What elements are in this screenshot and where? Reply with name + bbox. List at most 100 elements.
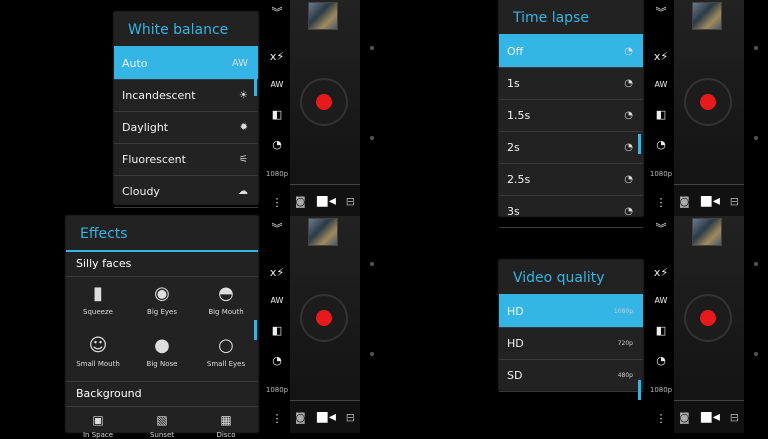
quality-sd-480[interactable]: SD 480p <box>499 360 643 392</box>
camera-controls: ︾ x⚡ AW ◧ ◔ 1080p ⋮ <box>638 216 676 432</box>
background-sunset[interactable]: ▧ Sunset <box>130 407 194 439</box>
effects-icon[interactable]: ◧ <box>646 108 676 121</box>
white-balance-icon[interactable]: AW <box>262 296 292 305</box>
flash-off-icon[interactable]: x⚡ <box>262 266 292 279</box>
more-options-icon[interactable]: ⋮ <box>262 412 292 425</box>
chevron-down-icon[interactable]: ︾ <box>646 220 676 236</box>
flash-off-icon[interactable]: x⚡ <box>262 50 292 63</box>
more-options-icon[interactable]: ⋮ <box>646 196 676 209</box>
interval-off[interactable]: Off ◔ <box>499 36 643 68</box>
wb-option-auto[interactable]: Auto AW <box>114 48 258 80</box>
effects-icon[interactable]: ◧ <box>262 108 292 121</box>
effect-big-eyes[interactable]: ◉ Big Eyes <box>130 277 194 329</box>
video-mode-icon[interactable]: ■◂ <box>700 409 720 425</box>
selection-indicator <box>638 134 641 154</box>
record-button[interactable] <box>302 80 346 124</box>
resolution-label[interactable]: 1080p <box>646 170 676 178</box>
panorama-mode-icon[interactable]: ⊟ <box>730 195 739 208</box>
interval-2s[interactable]: 2s ◔ <box>499 132 643 164</box>
effects-menu: Effects Silly faces ▮ Squeeze ◉ Big Eyes ◓… <box>66 216 258 439</box>
resolution-label[interactable]: 1080p <box>262 170 292 178</box>
effect-big-mouth[interactable]: ◓ Big Mouth <box>194 277 258 329</box>
wb-option-fluorescent[interactable]: Fluorescent ⚟ <box>114 144 258 176</box>
camera-mode-icon[interactable]: ◙ <box>679 195 690 208</box>
quality-hd-720[interactable]: HD 720p <box>499 328 643 360</box>
time-lapse-icon[interactable]: ◔ <box>262 138 292 151</box>
record-button[interactable] <box>302 296 346 340</box>
timer-icon: ◔ <box>624 206 633 217</box>
camera-controls: ︾ x⚡ AW ◧ ◔ 1080p ⋮ <box>638 0 676 216</box>
interval-3s[interactable]: 3s ◔ <box>499 196 643 228</box>
flash-off-icon[interactable]: x⚡ <box>646 50 676 63</box>
big-nose-face-icon: ● <box>154 335 170 356</box>
white-balance-icon[interactable]: AW <box>646 296 676 305</box>
wb-option-daylight[interactable]: Daylight ✹ <box>114 112 258 144</box>
panorama-mode-icon[interactable]: ⊟ <box>730 411 739 424</box>
panorama-mode-icon[interactable]: ⊟ <box>346 411 355 424</box>
gallery-thumbnail[interactable] <box>692 2 722 30</box>
mode-switcher: ◙ ■◂ ⊟ <box>674 400 744 433</box>
effect-small-mouth[interactable]: ☺ Small Mouth <box>66 329 130 381</box>
wb-option-incandescent[interactable]: Incandescent ☀ <box>114 80 258 112</box>
time-lapse-icon[interactable]: ◔ <box>646 138 676 151</box>
more-options-icon[interactable]: ⋮ <box>646 412 676 425</box>
selection-indicator <box>254 76 257 96</box>
camera-mode-icon[interactable]: ◙ <box>295 411 306 424</box>
cloud-icon: ☁ <box>238 186 248 197</box>
wb-option-cloudy[interactable]: Cloudy ☁ <box>114 176 258 208</box>
more-options-icon[interactable]: ⋮ <box>262 196 292 209</box>
resolution-label[interactable]: 1080p <box>646 386 676 394</box>
white-balance-title: White balance <box>114 12 258 48</box>
white-balance-icon[interactable]: AW <box>646 80 676 89</box>
flash-off-icon[interactable]: x⚡ <box>646 266 676 279</box>
record-button[interactable] <box>686 296 730 340</box>
dot <box>370 262 374 266</box>
record-button[interactable] <box>686 80 730 124</box>
disco-image-icon: ▦ <box>220 413 232 427</box>
interval-1s[interactable]: 1s ◔ <box>499 68 643 100</box>
interval-2-5s[interactable]: 2.5s ◔ <box>499 164 643 196</box>
white-balance-icon[interactable]: AW <box>262 80 292 89</box>
background-in-space[interactable]: ▣ In Space <box>66 407 130 439</box>
chevron-down-icon[interactable]: ︾ <box>646 4 676 20</box>
timer-icon: ◔ <box>624 174 633 185</box>
effect-squeeze[interactable]: ▮ Squeeze <box>66 277 130 329</box>
gallery-thumbnail[interactable] <box>692 218 722 246</box>
space-image-icon: ▣ <box>92 413 104 427</box>
video-quality-title: Video quality <box>499 260 643 296</box>
gallery-thumbnail[interactable] <box>308 218 338 246</box>
gallery-thumbnail[interactable] <box>308 2 338 30</box>
timer-icon: ◔ <box>624 142 633 153</box>
dot <box>754 262 758 266</box>
dot <box>754 352 758 356</box>
effect-big-nose[interactable]: ● Big Nose <box>130 329 194 381</box>
background-heading: Background <box>66 381 258 407</box>
effects-icon[interactable]: ◧ <box>646 324 676 337</box>
quality-hd-1080[interactable]: HD 1080p <box>499 296 643 328</box>
white-balance-menu: White balance Auto AW Incandescent ☀ Dayli… <box>114 12 258 208</box>
dot <box>754 136 758 140</box>
effects-icon[interactable]: ◧ <box>262 324 292 337</box>
background-disco[interactable]: ▦ Disco <box>194 407 258 439</box>
chevron-down-icon[interactable]: ︾ <box>262 220 292 236</box>
effect-small-eyes[interactable]: ○ Small Eyes <box>194 329 258 381</box>
video-mode-icon[interactable]: ■◂ <box>316 409 336 425</box>
mode-switcher: ◙ ■◂ ⊟ <box>290 184 360 217</box>
squeeze-face-icon: ▮ <box>93 283 103 304</box>
interval-1-5s[interactable]: 1.5s ◔ <box>499 100 643 132</box>
timer-icon: ◔ <box>624 110 633 121</box>
camera-mode-icon[interactable]: ◙ <box>295 195 306 208</box>
sunset-image-icon: ▧ <box>156 413 168 427</box>
video-mode-icon[interactable]: ■◂ <box>700 193 720 209</box>
chevron-down-icon[interactable]: ︾ <box>262 4 292 20</box>
resolution-label[interactable]: 1080p <box>262 386 292 394</box>
mode-switcher: ◙ ■◂ ⊟ <box>674 184 744 217</box>
time-lapse-icon[interactable]: ◔ <box>646 354 676 367</box>
camera-mode-icon[interactable]: ◙ <box>679 411 690 424</box>
timer-icon: ◔ <box>624 46 633 57</box>
video-mode-icon[interactable]: ■◂ <box>316 193 336 209</box>
selection-indicator <box>254 320 257 340</box>
fluorescent-icon: ⚟ <box>239 154 248 165</box>
time-lapse-icon[interactable]: ◔ <box>262 354 292 367</box>
panorama-mode-icon[interactable]: ⊟ <box>346 195 355 208</box>
